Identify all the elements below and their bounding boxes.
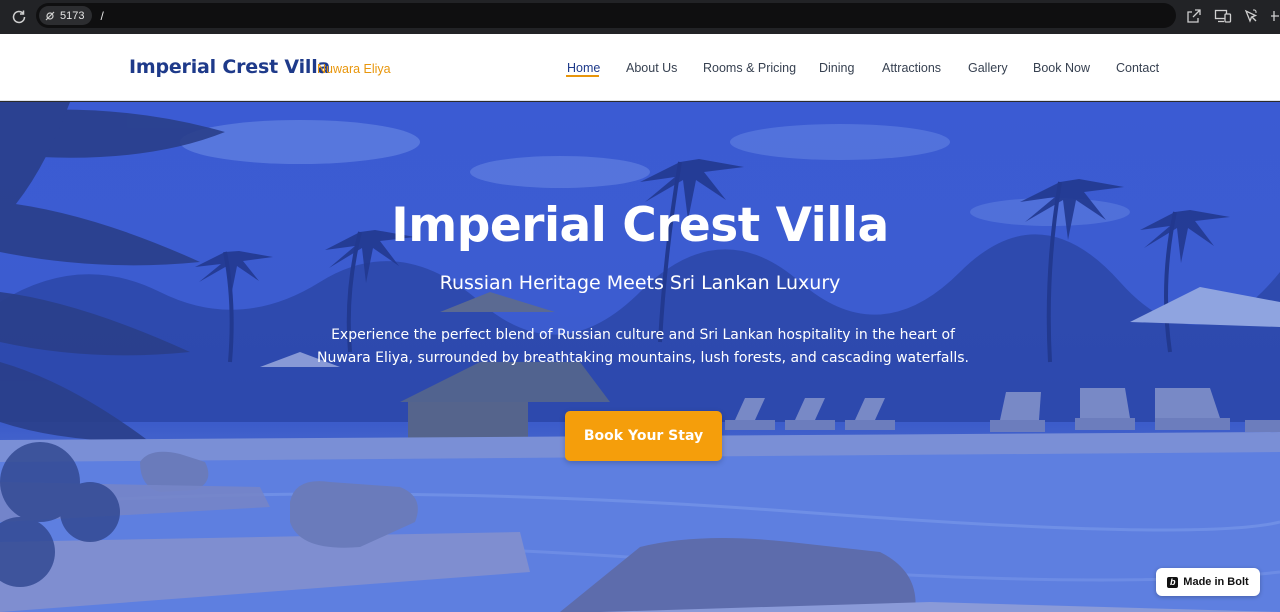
- nav-home[interactable]: Home: [567, 61, 600, 75]
- nav-dining[interactable]: Dining: [819, 61, 854, 75]
- more-tools-icon[interactable]: [1270, 8, 1280, 24]
- open-external-icon[interactable]: [1186, 8, 1202, 24]
- connection-icon: [45, 11, 55, 20]
- site-header: Imperial Crest Villa Nuwara Eliya Home A…: [0, 34, 1280, 101]
- brand-title[interactable]: Imperial Crest Villa: [129, 56, 330, 78]
- active-nav-indicator: [566, 75, 599, 77]
- book-your-stay-button[interactable]: Book Your Stay: [565, 411, 722, 461]
- hero-description: Experience the perfect blend of Russian …: [316, 327, 970, 366]
- address-bar[interactable]: 5173 /: [36, 3, 1176, 28]
- nav-about-us[interactable]: About Us: [626, 61, 677, 75]
- port-chip[interactable]: 5173: [39, 6, 93, 25]
- made-in-bolt-label: Made in Bolt: [1183, 576, 1249, 588]
- made-in-bolt-badge[interactable]: b Made in Bolt: [1156, 568, 1260, 596]
- nav-book-now[interactable]: Book Now: [1033, 61, 1090, 75]
- nav-rooms-pricing[interactable]: Rooms & Pricing: [703, 61, 796, 75]
- nav-contact[interactable]: Contact: [1116, 61, 1159, 75]
- bolt-logo-icon: b: [1167, 576, 1179, 588]
- brand-subtitle: Nuwara Eliya: [317, 62, 391, 76]
- hero-title: Imperial Crest Villa: [391, 198, 889, 253]
- inspect-element-icon[interactable]: [1243, 8, 1259, 24]
- nav-attractions[interactable]: Attractions: [882, 61, 941, 75]
- url-path: /: [100, 8, 104, 23]
- hero-section: Imperial Crest Villa Russian Heritage Me…: [0, 102, 1280, 612]
- responsive-devices-icon[interactable]: [1214, 8, 1232, 24]
- nav-gallery[interactable]: Gallery: [968, 61, 1008, 75]
- hero-subtitle: Russian Heritage Meets Sri Lankan Luxury: [439, 272, 841, 294]
- browser-toolbar: 5173 /: [0, 0, 1280, 34]
- url-port: 5173: [60, 9, 85, 22]
- reload-icon[interactable]: [10, 8, 28, 26]
